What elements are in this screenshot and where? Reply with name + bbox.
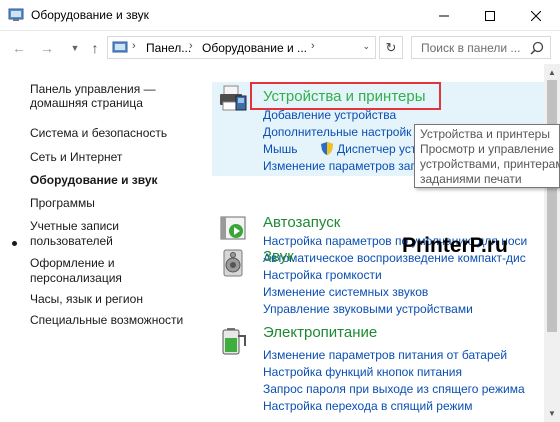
refresh-icon: ↻ — [385, 39, 397, 55]
sidebar-item-appearance-line2[interactable]: персонализация — [30, 270, 122, 286]
back-button[interactable]: ← — [10, 39, 28, 57]
link-wake-password[interactable]: Запрос пароля при выходе из спящего режи… — [263, 382, 525, 396]
control-panel-icon — [8, 8, 24, 21]
link-advanced-settings[interactable]: Дополнительные настройк — [263, 125, 411, 139]
control-panel-icon — [112, 41, 128, 53]
up-button[interactable]: ↑ — [86, 39, 104, 57]
search-input[interactable]: Поиск в панели ... — [411, 36, 551, 59]
sidebar-home-link-line2[interactable]: домашняя страница — [30, 95, 143, 111]
refresh-button[interactable]: ↻ — [379, 36, 403, 59]
sidebar-item-security[interactable]: Система и безопасность — [30, 125, 167, 141]
tooltip-line: Устройства и принтеры — [420, 127, 550, 141]
breadcrumb-separator-icon[interactable]: › — [132, 40, 136, 52]
maximize-icon — [485, 10, 495, 21]
breadcrumb-control-panel[interactable]: Панел... — [146, 41, 191, 55]
link-mouse[interactable]: Мышь — [263, 142, 298, 156]
link-volume[interactable]: Настройка громкости — [263, 268, 382, 282]
arrow-right-icon: → — [40, 40, 54, 56]
chevron-down-icon: ▼ — [70, 43, 80, 53]
navigation-bar: ← → ▼ ↑ › Панел... › Оборудование и ... … — [0, 31, 560, 64]
vertical-scrollbar[interactable]: ▲ ▼ — [544, 64, 560, 422]
arrow-left-icon: ← — [12, 40, 26, 56]
sidebar-item-accounts-line1[interactable]: Учетные записи — [30, 218, 119, 234]
scroll-thumb[interactable] — [547, 80, 557, 332]
forward-button[interactable]: → — [38, 39, 56, 57]
address-bar[interactable]: › Панел... › Оборудование и ... › ⌄ — [107, 36, 376, 59]
sidebar-item-network[interactable]: Сеть и Интернет — [30, 149, 122, 165]
breadcrumb-hardware-sound[interactable]: Оборудование и ... — [202, 41, 307, 55]
link-battery-settings[interactable]: Изменение параметров питания от батарей — [263, 348, 507, 362]
breadcrumb-separator-icon[interactable]: › — [189, 40, 193, 52]
link-add-device[interactable]: Добавление устройства — [263, 108, 396, 122]
minimize-button[interactable] — [421, 0, 467, 31]
title-bar: Оборудование и звук — [0, 0, 560, 31]
printer-icon — [220, 85, 247, 111]
search-icon — [530, 41, 544, 55]
tooltip-line: Просмотр и управление — [420, 142, 554, 156]
category-title-sound[interactable]: Звук — [263, 248, 294, 265]
address-dropdown-icon[interactable]: ⌄ — [362, 41, 370, 52]
tooltip-line: устройствами, принтерам — [420, 157, 560, 171]
uac-shield-icon — [321, 142, 333, 155]
search-placeholder: Поиск в панели ... — [421, 41, 521, 55]
link-change-startup[interactable]: Изменение параметров запу — [263, 159, 423, 173]
sidebar-item-programs[interactable]: Программы — [30, 195, 95, 211]
sidebar-item-appearance-line1[interactable]: Оформление и — [30, 255, 115, 271]
maximize-button[interactable] — [467, 0, 513, 31]
category-title-power[interactable]: Электропитание — [263, 324, 377, 341]
link-system-sounds[interactable]: Изменение системных звуков — [263, 285, 428, 299]
active-indicator-bullet — [12, 241, 17, 246]
sidebar-item-accessibility[interactable]: Специальные возможности — [30, 312, 183, 328]
sidebar-item-accounts-line2[interactable]: пользователей — [30, 233, 113, 249]
link-device-manager[interactable]: Диспетчер уст — [337, 142, 416, 156]
close-icon — [531, 10, 541, 21]
category-power: Электропитание Изменение параметров пита… — [212, 324, 544, 422]
link-power-buttons[interactable]: Настройка функций кнопок питания — [263, 365, 462, 379]
scroll-down-icon[interactable]: ▼ — [548, 409, 556, 418]
watermark: PrinterP.ru — [402, 234, 508, 257]
arrow-up-icon: ↑ — [91, 40, 99, 56]
category-title-autoplay[interactable]: Автозапуск — [263, 214, 340, 231]
speaker-icon — [223, 249, 243, 277]
link-audio-devices[interactable]: Управление звуковыми устройствами — [263, 302, 473, 316]
highlight-outline — [250, 82, 441, 110]
close-button[interactable] — [513, 0, 559, 31]
tooltip-line: заданиями печати — [420, 172, 522, 186]
breadcrumb-separator-icon[interactable]: › — [311, 40, 315, 52]
scroll-up-icon[interactable]: ▲ — [548, 68, 556, 77]
recent-locations-button[interactable]: ▼ — [66, 39, 84, 57]
link-sleep-mode[interactable]: Настройка перехода в спящий режим — [263, 399, 472, 413]
minimize-icon — [439, 15, 449, 16]
sidebar: Панель управления — домашняя страница Си… — [0, 64, 212, 422]
window-title: Оборудование и звук — [31, 8, 149, 22]
battery-icon — [222, 328, 246, 355]
tooltip: Устройства и принтеры Просмотр и управле… — [414, 124, 560, 188]
autoplay-icon — [220, 216, 246, 240]
sidebar-item-hardware[interactable]: Оборудование и звук — [30, 172, 158, 188]
sidebar-item-clock-region[interactable]: Часы, язык и регион — [30, 291, 143, 307]
